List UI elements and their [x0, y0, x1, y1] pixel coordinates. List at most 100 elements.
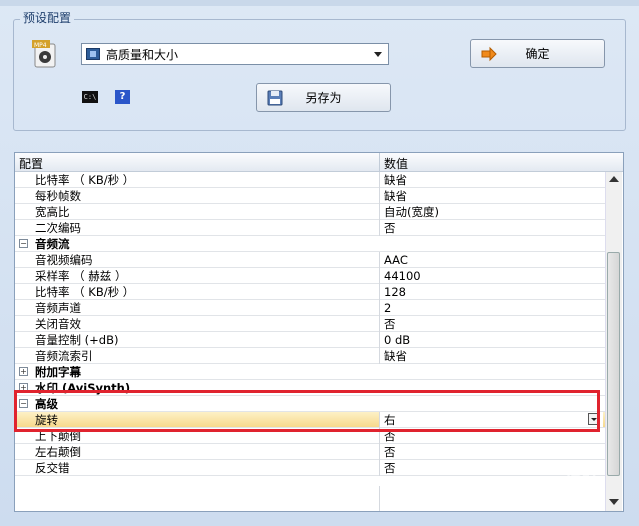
- property-name: 音频流索引: [35, 349, 93, 363]
- property-name: 音视频编码: [35, 253, 93, 267]
- column-separator: [379, 332, 380, 348]
- ok-button[interactable]: 确定: [470, 39, 605, 68]
- column-separator: [379, 188, 380, 204]
- property-row[interactable]: 音视频编码 AAC: [15, 252, 605, 268]
- property-row[interactable]: 旋转 右: [15, 412, 605, 428]
- property-name: 高级: [35, 397, 58, 411]
- header-value[interactable]: 数值: [384, 155, 408, 172]
- help-icon[interactable]: ?: [115, 90, 130, 104]
- property-row[interactable]: 上下颠倒 否: [15, 428, 605, 444]
- preset-dropdown-value: 高质量和大小: [106, 47, 179, 62]
- property-grid: 配置 数值 比特率 （ KB/秒 ）缺省 每秒帧数 缺省 宽高比 自动(宽度) 二次编码否…: [14, 152, 624, 512]
- command-line-icon[interactable]: C:\: [82, 91, 98, 103]
- title-strip: [0, 0, 639, 6]
- property-name: 上下颠倒: [35, 429, 81, 443]
- property-value[interactable]: 自动(宽度): [384, 205, 439, 219]
- column-separator: [379, 172, 380, 188]
- window: 预设配置 MP4 高质量和大小 确定 C:\ ? 另存为 配置 数值 比特率 （…: [0, 0, 639, 526]
- property-value[interactable]: 缺省: [384, 349, 407, 363]
- property-row[interactable]: 关闭音效 否: [15, 316, 605, 332]
- arrow-right-icon: [481, 46, 497, 62]
- property-row[interactable]: 每秒帧数 缺省: [15, 188, 605, 204]
- column-separator: [379, 204, 380, 220]
- property-value[interactable]: 缺省: [384, 189, 407, 203]
- preset-dropdown[interactable]: 高质量和大小: [81, 43, 389, 65]
- property-row[interactable]: 比特率 （ KB/秒 ） 128: [15, 284, 605, 300]
- collapse-icon[interactable]: −: [19, 399, 28, 408]
- value-editor[interactable]: [380, 412, 603, 427]
- property-name: 反交错: [35, 461, 70, 475]
- property-name: 附加字幕: [35, 365, 81, 379]
- value-dropdown-button[interactable]: [588, 413, 600, 425]
- property-value[interactable]: 右: [384, 413, 396, 427]
- property-value[interactable]: AAC: [384, 253, 408, 267]
- svg-text:MP4: MP4: [34, 42, 47, 49]
- column-separator: [379, 412, 380, 428]
- column-divider: [379, 486, 380, 511]
- property-value[interactable]: 否: [384, 221, 396, 235]
- property-name: 宽高比: [35, 205, 70, 219]
- property-name: 水印 (AviSynth): [35, 381, 131, 395]
- property-name: 每秒帧数: [35, 189, 81, 203]
- column-separator: [379, 348, 380, 364]
- property-row[interactable]: 采样率 （ 赫兹 ） 44100: [15, 268, 605, 284]
- property-value[interactable]: 否: [384, 461, 396, 475]
- scroll-down-icon[interactable]: [609, 499, 619, 505]
- property-value[interactable]: 0 dB: [384, 333, 410, 347]
- chevron-down-icon: [374, 51, 382, 57]
- column-separator: [379, 300, 380, 316]
- property-name: 比特率 （ KB/秒 ）: [35, 285, 135, 299]
- column-separator: [379, 268, 380, 284]
- property-name: 旋转: [35, 413, 58, 427]
- expand-icon[interactable]: +: [19, 367, 28, 376]
- property-value[interactable]: 缺省: [384, 173, 407, 187]
- collapse-icon[interactable]: −: [19, 239, 28, 248]
- column-separator: [379, 428, 380, 444]
- property-name: 左右颠倒: [35, 445, 81, 459]
- property-row[interactable]: 音量控制 (+dB) 0 dB: [15, 332, 605, 348]
- column-separator: [379, 252, 380, 268]
- category-row[interactable]: + 水印 (AviSynth): [15, 380, 605, 396]
- property-row[interactable]: 宽高比 自动(宽度): [15, 204, 605, 220]
- column-separator: [379, 316, 380, 332]
- property-name: 音频声道: [35, 301, 81, 315]
- property-value[interactable]: 否: [384, 317, 396, 331]
- property-row[interactable]: 音频流索引 缺省: [15, 348, 605, 364]
- property-row[interactable]: 二次编码 否: [15, 220, 605, 236]
- property-value[interactable]: 否: [384, 445, 396, 459]
- category-row[interactable]: − 高级: [15, 396, 605, 412]
- property-value[interactable]: 44100: [384, 269, 421, 283]
- property-name: 比特率 （ KB/秒 ）: [35, 173, 135, 187]
- property-row[interactable]: 左右颠倒 否: [15, 444, 605, 460]
- property-row[interactable]: 音频声道 2: [15, 300, 605, 316]
- property-value[interactable]: 128: [384, 285, 406, 299]
- preset-group: [13, 19, 626, 131]
- vertical-scrollbar[interactable]: [605, 172, 622, 511]
- column-separator: [379, 444, 380, 460]
- save-as-button[interactable]: 另存为: [256, 83, 391, 112]
- ok-button-label: 确定: [525, 47, 550, 61]
- category-row[interactable]: − 音频流: [15, 236, 605, 252]
- property-name: 采样率 （ 赫兹 ）: [35, 269, 127, 283]
- property-value[interactable]: 否: [384, 429, 396, 443]
- column-separator: [379, 220, 380, 236]
- category-row[interactable]: + 附加字幕: [15, 364, 605, 380]
- film-icon: [86, 48, 100, 60]
- property-name: 音量控制 (+dB): [35, 333, 119, 347]
- property-value[interactable]: 2: [384, 301, 391, 315]
- save-icon: [267, 90, 283, 106]
- mp4-file-icon: MP4: [32, 40, 56, 68]
- column-separator: [379, 284, 380, 300]
- property-name: 二次编码: [35, 221, 81, 235]
- property-name: 音频流: [35, 237, 70, 251]
- property-name: 关闭音效: [35, 317, 81, 331]
- header-config[interactable]: 配置: [19, 155, 43, 172]
- scroll-thumb[interactable]: [607, 252, 620, 476]
- header-separator: [379, 153, 380, 171]
- grid-rows: 比特率 （ KB/秒 ）缺省 每秒帧数 缺省 宽高比 自动(宽度) 二次编码否 − 音频流 音视…: [15, 172, 605, 476]
- property-row[interactable]: 比特率 （ KB/秒 ） 缺省: [15, 172, 605, 188]
- watermark: Baidu 经验: [500, 474, 601, 495]
- expand-icon[interactable]: +: [19, 383, 28, 392]
- scroll-up-icon[interactable]: [609, 176, 619, 182]
- column-separator: [379, 460, 380, 476]
